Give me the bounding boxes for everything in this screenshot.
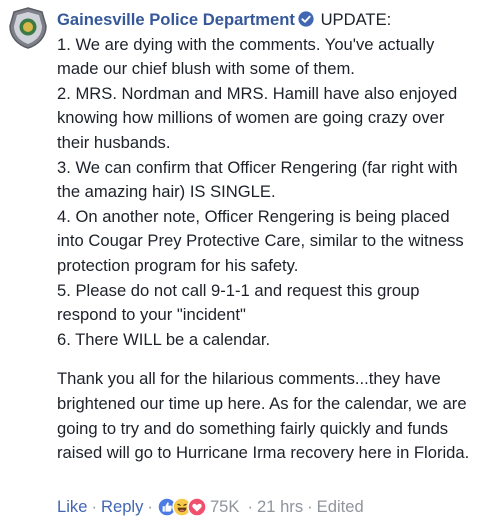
verified-check-icon bbox=[298, 10, 314, 27]
separator: · bbox=[247, 497, 254, 516]
comment-body: Gainesville Police Department UPDATE: 1.… bbox=[57, 8, 471, 466]
comment-closing: Thank you all for the hilarious comments… bbox=[57, 369, 470, 463]
comment-first-line: Gainesville Police Department UPDATE: bbox=[57, 8, 471, 33]
edited-label[interactable]: Edited bbox=[317, 495, 364, 519]
police-badge-icon bbox=[9, 7, 47, 49]
reaction-count[interactable]: 75K bbox=[210, 495, 240, 519]
comment-line-1: 1. We are dying with the comments. You'v… bbox=[57, 34, 435, 79]
comment-line-3: 3. We can confirm that Officer Rengering… bbox=[57, 157, 458, 202]
comment-line-4: 4. On another note, Officer Rengering is… bbox=[57, 206, 464, 275]
timestamp[interactable]: 21 hrs bbox=[257, 495, 303, 519]
like-button[interactable]: Like bbox=[57, 495, 87, 519]
love-reaction-icon bbox=[187, 497, 207, 517]
comment-line-2: 2. MRS. Nordman and MRS. Hamill have als… bbox=[57, 83, 458, 152]
comment-line-6: 6. There WILL be a calendar. bbox=[57, 329, 271, 349]
comment-line-5: 5. Please do not call 9-1-1 and request … bbox=[57, 280, 420, 325]
avatar[interactable] bbox=[6, 6, 50, 50]
update-label: UPDATE: bbox=[320, 10, 392, 29]
separator: · bbox=[91, 497, 97, 516]
comment-actions: Like · Reply · 75K · 21 hrs · Edited bbox=[57, 495, 477, 519]
separator: · bbox=[147, 497, 153, 516]
reply-button[interactable]: Reply bbox=[101, 495, 143, 519]
reactions-summary[interactable] bbox=[157, 497, 207, 517]
separator: · bbox=[307, 497, 313, 516]
author-name[interactable]: Gainesville Police Department bbox=[57, 10, 295, 29]
